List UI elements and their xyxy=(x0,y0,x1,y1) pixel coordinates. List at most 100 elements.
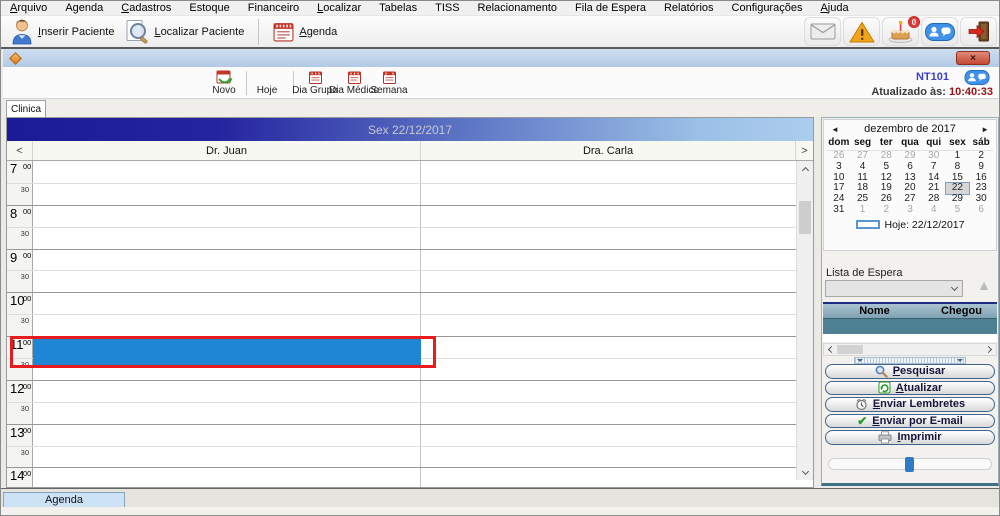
column-header-dr-juan[interactable]: Dr. Juan xyxy=(32,141,420,160)
calendar-day-8[interactable]: 8 xyxy=(946,162,970,173)
calendar-day-2[interactable]: 2 xyxy=(874,205,898,216)
novo-button[interactable]: Novo xyxy=(204,70,244,96)
slot-9-30-col1[interactable] xyxy=(421,271,813,292)
enviar-lembretes-button[interactable]: Enviar Lembretes xyxy=(825,397,995,412)
menu-item-arquivo[interactable]: Arquivo xyxy=(1,2,56,14)
next-day-arrow[interactable]: > xyxy=(796,141,813,160)
slot-10-30-col1[interactable] xyxy=(421,315,813,336)
slot-8-00-col1[interactable] xyxy=(421,206,813,227)
calendar-day-5[interactable]: 5 xyxy=(946,205,970,216)
calendar-next-icon[interactable]: ► xyxy=(981,125,989,134)
calendar-day-31[interactable]: 31 xyxy=(827,205,851,216)
slider-thumb[interactable] xyxy=(905,457,914,472)
slot-14-00-col0[interactable] xyxy=(33,468,421,487)
tab-clinica[interactable]: Clinica xyxy=(6,100,46,117)
imprimir-button[interactable]: Imprimir xyxy=(825,430,995,445)
slot-13-30-col0[interactable] xyxy=(33,447,421,468)
slot-8-30-col0[interactable] xyxy=(33,228,421,249)
slot-9-30-col0[interactable] xyxy=(33,271,421,292)
menu-item-tabelas[interactable]: Tabelas xyxy=(370,2,426,14)
slot-8-00-col0[interactable] xyxy=(33,206,421,227)
calendar-day-1[interactable]: 1 xyxy=(851,205,875,216)
scroll-up-arrow[interactable] xyxy=(797,161,813,176)
menu-item-relacionamento[interactable]: Relacionamento xyxy=(469,2,567,14)
menu-item-configurações[interactable]: Configurações xyxy=(723,2,812,14)
time-row-12-30: 30 xyxy=(7,402,813,424)
slot-12-30-col1[interactable] xyxy=(421,403,813,424)
scroll-down-arrow[interactable] xyxy=(797,465,813,480)
prev-day-arrow[interactable]: < xyxy=(7,141,32,160)
slot-10-00-col1[interactable] xyxy=(421,293,813,314)
slot-7-30-col0[interactable] xyxy=(33,184,421,205)
slot-10-00-col0[interactable] xyxy=(33,293,421,314)
menu-item-estoque[interactable]: Estoque xyxy=(180,2,238,14)
schedule-vertical-scrollbar[interactable] xyxy=(796,161,813,480)
menu-item-localizar[interactable]: Localizar xyxy=(308,2,370,14)
insert-patient-button[interactable]: Inserir Paciente xyxy=(5,17,120,46)
hoje-button[interactable]: Hoje xyxy=(247,70,287,96)
calendar-day-6[interactable]: 6 xyxy=(969,205,993,216)
calendar-day-4[interactable]: 4 xyxy=(922,205,946,216)
status-strip xyxy=(1,507,999,516)
waiting-list-hscrollbar[interactable] xyxy=(823,343,997,356)
menu-item-relatórios[interactable]: Relatórios xyxy=(655,2,723,14)
slot-13-00-col0[interactable] xyxy=(33,425,421,446)
slot-10-30-col0[interactable] xyxy=(33,315,421,336)
slot-7-00-col1[interactable] xyxy=(421,161,813,183)
locate-patient-button[interactable]: Localizar Paciente xyxy=(120,18,250,45)
slot-9-00-col0[interactable] xyxy=(33,250,421,271)
slot-12-00-col1[interactable] xyxy=(421,381,813,402)
waiting-list-selected-row[interactable] xyxy=(823,318,997,334)
slot-7-30-col1[interactable] xyxy=(421,184,813,205)
chat-button[interactable] xyxy=(921,17,958,46)
slot-9-00-col1[interactable] xyxy=(421,250,813,271)
slot-12-30-col0[interactable] xyxy=(33,403,421,424)
calendar-day-6[interactable]: 6 xyxy=(898,162,922,173)
hscroll-thumb[interactable] xyxy=(837,345,863,354)
slot-11-00-col1[interactable] xyxy=(421,337,813,358)
menu-item-cadastros[interactable]: Cadastros xyxy=(112,2,180,14)
slot-7-00-col0[interactable] xyxy=(33,161,421,183)
menu-item-fila-de-espera[interactable]: Fila de Espera xyxy=(566,2,655,14)
column-nome[interactable]: Nome xyxy=(823,305,926,317)
collapse-triangle-icon[interactable]: ▲ xyxy=(977,278,991,292)
menu-item-financeiro[interactable]: Financeiro xyxy=(239,2,308,14)
menu-item-agenda[interactable]: Agenda xyxy=(56,2,112,14)
calendar-day-7[interactable]: 7 xyxy=(922,162,946,173)
tab-agenda-bottom[interactable]: Agenda xyxy=(3,492,125,508)
enviar-email-button[interactable]: ✔ Enviar por E-mail xyxy=(825,414,995,429)
locate-patient-label: Localizar Paciente xyxy=(154,26,244,38)
menu-item-tiss[interactable]: TISS xyxy=(426,2,468,14)
mail-button[interactable] xyxy=(804,17,841,46)
alerts-button[interactable] xyxy=(843,17,880,46)
slot-12-00-col0[interactable] xyxy=(33,381,421,402)
atualizar-button[interactable]: Atualizar xyxy=(825,381,995,396)
panel-close-button[interactable]: × xyxy=(956,51,990,65)
calendar-day-3[interactable]: 3 xyxy=(827,162,851,173)
today-row[interactable]: Hoje: 22/12/2017 xyxy=(824,219,996,231)
scroll-right-arrow[interactable] xyxy=(983,344,996,355)
zoom-slider[interactable] xyxy=(828,458,992,470)
birthdays-button[interactable]: 0 xyxy=(882,17,919,46)
calendar-day-9[interactable]: 9 xyxy=(969,162,993,173)
menu-item-ajuda[interactable]: Ajuda xyxy=(811,2,857,14)
panel-splitter[interactable] xyxy=(854,357,966,364)
slot-13-30-col1[interactable] xyxy=(421,447,813,468)
semana-button[interactable]: Semana xyxy=(365,70,413,96)
calendar-prev-icon[interactable]: ◄ xyxy=(831,125,839,134)
calendar-day-3[interactable]: 3 xyxy=(898,205,922,216)
agenda-button[interactable]: Agenda xyxy=(267,20,343,43)
pesquisar-button[interactable]: Pesquisar xyxy=(825,364,995,379)
slot-8-30-col1[interactable] xyxy=(421,228,813,249)
calendar-day-5[interactable]: 5 xyxy=(874,162,898,173)
slot-11-30-col1[interactable] xyxy=(421,359,813,380)
scroll-thumb[interactable] xyxy=(799,201,811,234)
slot-14-00-col1[interactable] xyxy=(421,468,813,487)
waiting-list-dropdown[interactable] xyxy=(825,280,963,297)
column-chegou[interactable]: Chegou xyxy=(926,305,997,317)
calendar-day-4[interactable]: 4 xyxy=(851,162,875,173)
exit-button[interactable] xyxy=(960,17,997,46)
column-header-dra-carla[interactable]: Dra. Carla xyxy=(420,141,796,160)
scroll-left-arrow[interactable] xyxy=(824,344,837,355)
slot-13-00-col1[interactable] xyxy=(421,425,813,446)
